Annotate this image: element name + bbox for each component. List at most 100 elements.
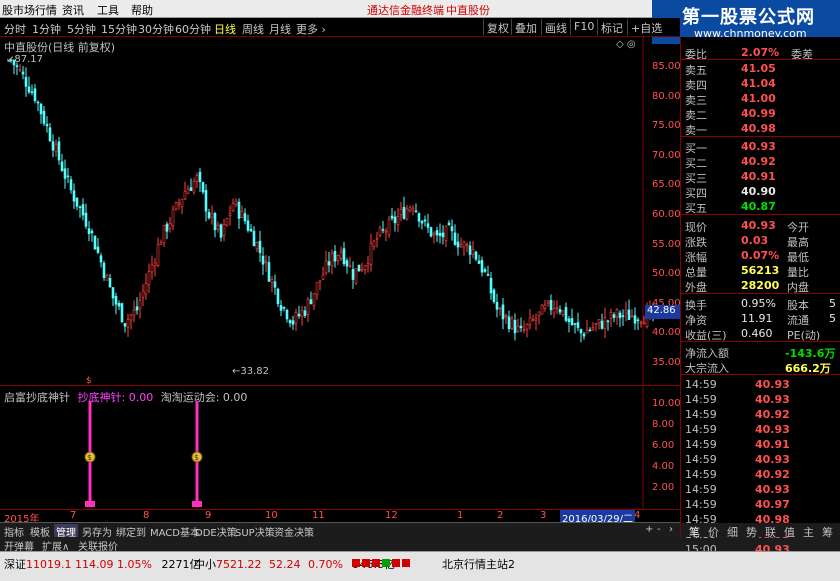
- quote-stat-row[interactable]: 现价 40.93 今开: [681, 218, 840, 234]
- period-fenshi[interactable]: 分时: [4, 21, 26, 37]
- tick-trade-row[interactable]: 14:59 40.93: [681, 422, 840, 437]
- period-30min[interactable]: 30分钟: [138, 21, 174, 37]
- candle-body: [174, 202, 178, 210]
- tick-trade-row[interactable]: 14:59 40.93: [681, 392, 840, 407]
- sell-level-row[interactable]: 卖三 41.00: [681, 91, 840, 107]
- tab-sup[interactable]: SUP决策: [233, 524, 277, 539]
- quote-stat-row[interactable]: 涨幅 0.07% 最低: [681, 248, 840, 264]
- buy-level-row[interactable]: 买一 40.93: [681, 139, 840, 155]
- tick-trade-row[interactable]: 14:59 40.93: [681, 377, 840, 392]
- buy-level-row[interactable]: 买五 40.87: [681, 199, 840, 215]
- candle-body: [312, 293, 316, 306]
- tab-bind[interactable]: 绑定到: [114, 524, 148, 539]
- indicator-tick-label: 6.00: [652, 440, 675, 451]
- menu-help[interactable]: 帮助: [131, 2, 153, 18]
- fund-flow-row[interactable]: 大宗流入 666.2万: [681, 359, 840, 375]
- tick-trade-row[interactable]: 14:59 40.91: [681, 437, 840, 452]
- menu-tools[interactable]: 工具: [97, 2, 119, 18]
- mark-button[interactable]: 标记: [597, 19, 626, 35]
- overlay-button[interactable]: 叠加: [511, 19, 540, 35]
- period-monthly[interactable]: 月线: [269, 21, 291, 37]
- linked-quote-button[interactable]: 关联报价: [76, 538, 120, 553]
- danmaku-button[interactable]: 开弹幕: [2, 538, 36, 553]
- tick-trade-row[interactable]: 14:59 40.92: [681, 467, 840, 482]
- tab-template[interactable]: 模板: [28, 524, 52, 539]
- quote-tab[interactable]: 细: [727, 524, 738, 540]
- draw-line-button[interactable]: 画线: [541, 19, 570, 35]
- menu-news[interactable]: 资讯: [62, 2, 84, 18]
- candle-body: [621, 315, 625, 317]
- quote-stat-row[interactable]: 涨跌 0.03 最高: [681, 233, 840, 249]
- x-label-oct: 10: [265, 510, 278, 521]
- tick-trade-row[interactable]: 14:59 40.92: [681, 407, 840, 422]
- status-bar: 深证11019.1 114.09 1.05% 2271亿 中小7521.22 5…: [0, 551, 840, 581]
- server-name[interactable]: 北京行情主站2: [442, 556, 515, 572]
- zoom-out-icon[interactable]: -: [655, 524, 663, 537]
- candle-body: [450, 226, 454, 232]
- candle-body: [408, 207, 412, 212]
- quote-tab[interactable]: 筹: [822, 524, 833, 540]
- status-index1[interactable]: 深证11019.1 114.09 1.05% 2271亿: [4, 556, 200, 572]
- candle-body: [597, 318, 601, 324]
- buy-level-row[interactable]: 买三 40.91: [681, 169, 840, 185]
- period-15min[interactable]: 15分钟: [101, 21, 137, 37]
- tab-fund[interactable]: 资金决策: [272, 524, 316, 539]
- expand-button[interactable]: 扩展∧: [40, 538, 71, 553]
- tab-manage[interactable]: 管理: [54, 524, 78, 539]
- tab-dde[interactable]: DDE决策: [193, 524, 239, 539]
- period-5min[interactable]: 5分钟: [67, 21, 96, 37]
- candle-body: [228, 213, 232, 217]
- period-1min[interactable]: 1分钟: [32, 21, 61, 37]
- indicator-panel[interactable]: 启富抄底神针 抄底神针: 0.00 淘淘运动会: 0.00 $ $ 10.00 8.…: [0, 387, 681, 509]
- candle-body: [144, 283, 148, 295]
- period-60min[interactable]: 60分钟: [175, 21, 211, 37]
- quote-tab[interactable]: 价: [708, 524, 719, 540]
- candle-body: [297, 313, 301, 317]
- tick-trade-row[interactable]: 14:59 40.97: [681, 497, 840, 512]
- quote-tab[interactable]: 联: [765, 524, 776, 540]
- tick-trade-row[interactable]: 14:59 40.93: [681, 482, 840, 497]
- weibi-row[interactable]: 委比 2.07% 委差: [681, 45, 840, 61]
- quote-tab[interactable]: 值: [784, 524, 795, 540]
- indicator-chart: $ $: [84, 387, 644, 509]
- period-weekly[interactable]: 周线: [242, 21, 264, 37]
- candle-body: [159, 242, 163, 245]
- buy-level-row[interactable]: 买二 40.92: [681, 154, 840, 170]
- menu-market[interactable]: 股市场行情: [2, 2, 57, 18]
- scroll-right-icon[interactable]: ›: [667, 524, 675, 537]
- quote-stat2-row[interactable]: 净资 11.91 流通 5: [681, 311, 840, 327]
- tick-trade-row[interactable]: 14:59 40.93: [681, 452, 840, 467]
- quote-stat-row[interactable]: 总量 56213 量比: [681, 263, 840, 279]
- sell-level-row[interactable]: 卖二 40.99: [681, 106, 840, 122]
- period-daily[interactable]: 日线: [214, 21, 236, 37]
- quote-tab[interactable]: 主: [803, 524, 814, 540]
- indicator-tick-label: 2.00: [652, 482, 675, 493]
- quote-stat2-row[interactable]: 换手 0.95% 股本 5: [681, 296, 840, 312]
- fund-flow-row[interactable]: 净流入额 -143.6万: [681, 344, 840, 360]
- candle-body: [255, 242, 259, 250]
- fuquan-button[interactable]: 复权: [483, 19, 512, 35]
- zoom-in-icon[interactable]: +: [643, 524, 655, 537]
- tab-save-as[interactable]: 另存为: [80, 524, 114, 539]
- tab-indicator[interactable]: 指标: [2, 524, 26, 539]
- buy-level-row[interactable]: 买四 40.90: [681, 184, 840, 200]
- candle-body: [612, 314, 616, 318]
- sell-level-row[interactable]: 卖一 40.98: [681, 121, 840, 137]
- candle-body: [270, 279, 274, 283]
- sell-level-row[interactable]: 卖四 41.04: [681, 76, 840, 92]
- sell-level-row[interactable]: 卖五 41.05: [681, 61, 840, 77]
- quote-tab[interactable]: 笔: [689, 524, 700, 540]
- price-tick-label: 40.00: [652, 327, 681, 339]
- quote-stat2-row[interactable]: 收益(三) 0.460 PE(动): [681, 326, 840, 342]
- candle-body: [348, 265, 352, 268]
- candlestick-panel[interactable]: 中直股份(日线 前复权) ◇ ◎ 85.00 80.00 75.00 70.00 65.…: [0, 37, 681, 386]
- period-more[interactable]: 更多 ›: [296, 21, 326, 37]
- stat-value: 0.03: [741, 234, 769, 247]
- f10-button[interactable]: F10: [570, 19, 597, 35]
- stat-value: 56213: [741, 264, 780, 277]
- date-axis: 2015年 7 8 9 10 11 12 1 2 3 2016/03/29/二 …: [0, 509, 680, 525]
- add-favorite-button[interactable]: +自选: [627, 19, 665, 35]
- candle-body: [624, 309, 628, 314]
- quote-tab[interactable]: 势: [746, 524, 757, 540]
- quote-stat-row[interactable]: 外盘 28200 内盘: [681, 278, 840, 294]
